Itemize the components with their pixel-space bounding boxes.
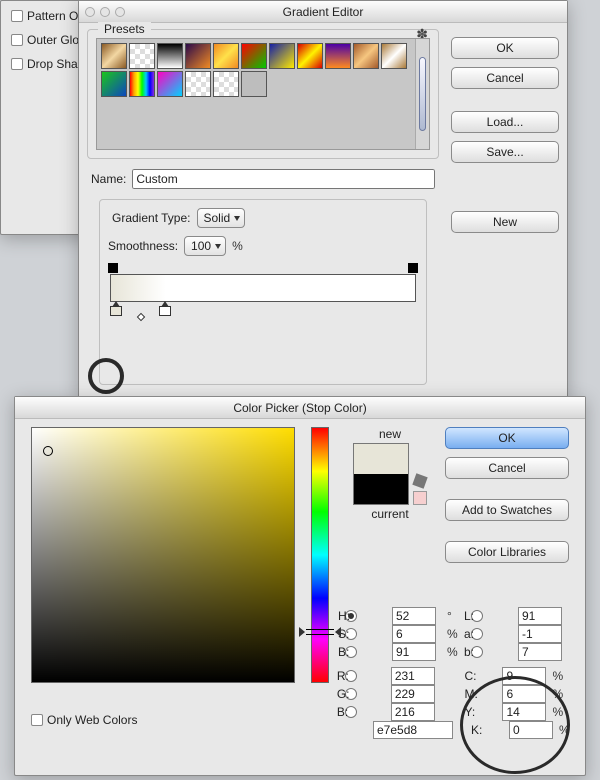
g-field[interactable] [391, 685, 435, 703]
presets-label: Presets [98, 22, 151, 36]
scrollbar[interactable] [415, 39, 429, 149]
preset-swatch[interactable] [353, 43, 379, 69]
preset-swatch[interactable] [185, 43, 211, 69]
percent-label: % [232, 239, 243, 253]
midpoint-handle[interactable] [136, 313, 144, 321]
preset-swatch[interactable] [297, 43, 323, 69]
gradient-bar[interactable] [110, 264, 416, 324]
only-web-colors-checkbox[interactable]: Only Web Colors [31, 711, 295, 729]
cancel-button[interactable]: Cancel [451, 67, 559, 89]
presets-group: Presets ✽ [87, 29, 439, 159]
current-color-swatch [354, 474, 408, 504]
name-input[interactable] [132, 169, 435, 189]
save-button[interactable]: Save... [451, 141, 559, 163]
preset-swatch[interactable] [157, 43, 183, 69]
window-title: Color Picker (Stop Color) [15, 397, 585, 419]
preset-swatch[interactable] [241, 43, 267, 69]
m-field[interactable] [502, 685, 546, 703]
preset-swatch[interactable] [213, 71, 239, 97]
titlebar[interactable]: Gradient Editor [79, 1, 567, 23]
hue-slider[interactable] [311, 427, 329, 683]
gradient-type-group: Gradient Type: Solid Smoothness: 100 % [99, 199, 427, 385]
b-lab-field[interactable] [518, 643, 562, 661]
h-field[interactable] [392, 607, 436, 625]
preset-swatch[interactable] [325, 43, 351, 69]
gradient-type-label: Gradient Type: [112, 211, 191, 225]
hex-field[interactable] [373, 721, 453, 739]
color-picker-window: Color Picker (Stop Color) Only Web Color… [14, 396, 586, 776]
color-compare-box[interactable] [353, 443, 409, 505]
preset-swatch[interactable] [241, 71, 267, 97]
opacity-stop-right[interactable] [408, 263, 418, 273]
new-button[interactable]: New [451, 211, 559, 233]
window-title: Gradient Editor [79, 1, 567, 23]
b-hsb-field[interactable] [392, 643, 436, 661]
minimize-icon[interactable] [100, 7, 110, 17]
b-rgb-field[interactable] [391, 703, 435, 721]
smoothness-label: Smoothness: [108, 239, 178, 253]
ok-button[interactable]: OK [445, 427, 569, 449]
color-stop-right[interactable] [159, 306, 171, 320]
ok-button[interactable]: OK [451, 37, 559, 59]
l-field[interactable] [518, 607, 562, 625]
hue-thumb[interactable] [306, 629, 334, 635]
saturation-box[interactable] [31, 427, 295, 683]
preset-swatch[interactable] [381, 43, 407, 69]
k-field[interactable] [509, 721, 553, 739]
gradient-editor-window: Gradient Editor Presets ✽ Name: Gradient… [78, 0, 568, 398]
preset-swatch[interactable] [213, 43, 239, 69]
zoom-icon[interactable] [115, 7, 125, 17]
smoothness-select[interactable]: 100 [184, 236, 226, 256]
gamut-warning-icon[interactable] [412, 473, 427, 488]
s-field[interactable] [392, 625, 436, 643]
preset-swatch[interactable] [101, 43, 127, 69]
r-field[interactable] [391, 667, 435, 685]
color-fields: H: ° L: [345, 607, 569, 625]
new-color-swatch [354, 444, 408, 474]
preset-swatch[interactable] [129, 43, 155, 69]
preset-swatch[interactable] [269, 43, 295, 69]
preset-swatch[interactable] [101, 71, 127, 97]
preset-swatch[interactable] [157, 71, 183, 97]
c-field[interactable] [502, 667, 546, 685]
preset-swatch[interactable] [129, 71, 155, 97]
cancel-button[interactable]: Cancel [445, 457, 569, 479]
gradient-preview[interactable] [110, 274, 416, 302]
a-field[interactable] [518, 625, 562, 643]
name-label: Name: [91, 172, 126, 186]
websafe-warning-icon[interactable] [413, 491, 427, 505]
preset-swatch[interactable] [185, 71, 211, 97]
load-button[interactable]: Load... [451, 111, 559, 133]
new-current-preview: new current [345, 427, 435, 595]
presets-grid[interactable] [96, 38, 430, 150]
gradient-type-select[interactable]: Solid [197, 208, 246, 228]
add-to-swatches-button[interactable]: Add to Swatches [445, 499, 569, 521]
titlebar[interactable]: Color Picker (Stop Color) [15, 397, 585, 419]
opacity-stop-left[interactable] [108, 263, 118, 273]
color-libraries-button[interactable]: Color Libraries [445, 541, 569, 563]
y-field[interactable] [502, 703, 546, 721]
close-icon[interactable] [85, 7, 95, 17]
sat-cursor[interactable] [43, 446, 53, 456]
color-stop-left[interactable] [110, 306, 122, 320]
